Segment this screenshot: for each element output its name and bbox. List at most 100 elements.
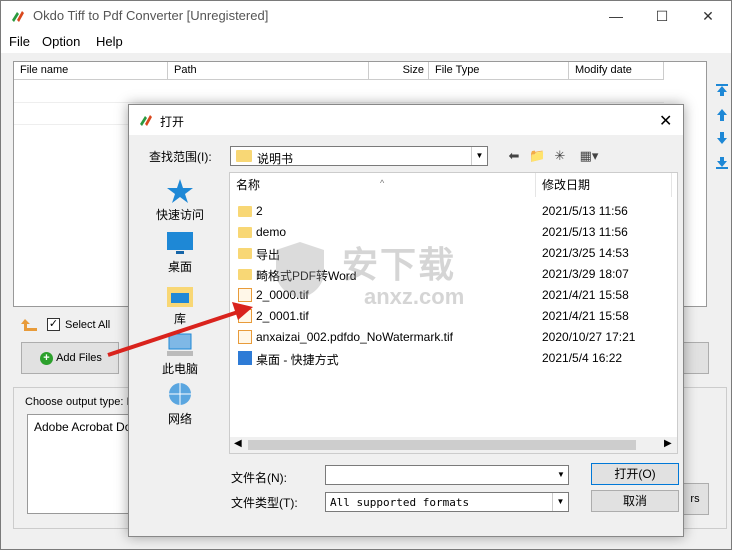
filetype-label: 文件类型(T): [231,496,298,510]
scroll-thumb[interactable] [248,440,636,450]
file-row[interactable]: 2 2021/5/13 11:56 [230,201,677,222]
col-file-name[interactable]: File name [14,62,168,80]
up-folder-icon[interactable]: 📁 [529,148,545,164]
file-name: 桌面 - 快捷方式 [256,353,339,367]
file-name: 2 [256,204,263,218]
file-name: 畸格式PDF转Word [256,269,357,283]
select-all-label: Select All [65,319,111,331]
col-file-type[interactable]: File Type [429,62,569,80]
filetype-select[interactable]: All supported formats ▼ [325,492,569,512]
add-files-button[interactable]: + Add Files [21,342,119,374]
scroll-right-icon[interactable]: ▶ [664,438,672,449]
file-row[interactable]: 导出 2021/3/25 14:53 [230,243,677,264]
move-top-icon[interactable] [715,83,729,97]
file-row[interactable]: 畸格式PDF转Word 2021/3/29 18:07 [230,264,677,285]
menu-bar: File Option Help [1,31,731,53]
col-modified[interactable]: 修改日期 [536,173,672,197]
file-date: 2021/3/29 18:07 [542,267,629,281]
add-icon: + [40,352,53,365]
dialog-close-icon[interactable]: ✕ [659,111,672,131]
app-icon [140,115,152,126]
network-icon [169,383,191,405]
look-in-value: 说明书 [257,152,294,166]
file-name: anxaizai_002.pdfdo_NoWatermark.tif [256,330,453,344]
place-this-pc[interactable]: 此电脑 [147,332,213,377]
star-icon [167,179,193,203]
library-icon [167,287,193,307]
minimize-button[interactable]: — [593,1,639,31]
tif-file-icon [238,288,252,302]
file-row[interactable]: anxaizai_002.pdfdo_NoWatermark.tif 2020/1… [230,327,677,348]
filename-input[interactable] [325,465,569,485]
grid-line [14,102,664,103]
file-row[interactable]: 桌面 - 快捷方式 2021/5/4 16:22 [230,348,677,369]
output-type-selected[interactable]: Adobe Acrobat Do [34,420,131,434]
tif-file-icon [238,309,252,323]
place-desktop[interactable]: 桌面 [147,230,213,275]
file-date: 2021/4/21 15:58 [542,309,629,323]
title-bar: Okdo Tiff to Pdf Converter [Unregistered… [1,1,731,31]
up-level-icon[interactable] [21,317,39,333]
cancel-button[interactable]: 取消 [591,490,679,512]
file-name: 导出 [256,248,281,262]
file-name: demo [256,225,287,239]
look-in-combo[interactable]: 说明书 ▼ [230,146,488,166]
new-folder-icon[interactable]: ✳ [552,148,568,164]
file-name: 2_0001.tif [256,309,309,323]
chevron-down-icon[interactable]: ▼ [471,147,487,165]
back-icon[interactable]: ⬅ [506,148,522,164]
move-up-icon[interactable] [715,108,729,122]
file-browser[interactable]: ^ 名称 修改日期 2 2021/5/13 11:56 demo 2021/5/13 … [229,172,678,454]
partial-button[interactable]: rs [681,483,709,515]
horizontal-scrollbar[interactable]: ◀ ▶ [230,437,677,453]
view-menu-icon[interactable]: ▦▾ [575,148,603,164]
select-all-checkbox[interactable]: ✓ [47,318,60,331]
close-button[interactable]: ✕ [685,1,731,31]
file-row[interactable]: 2_0000.tif 2021/4/21 15:58 [230,285,677,306]
file-date: 2021/5/4 16:22 [542,351,623,365]
app-icon [12,11,24,22]
output-type-label: Choose output type: I [25,396,130,408]
col-path[interactable]: Path [168,62,369,80]
places-bar: 快速访问 桌面 库 此电脑 网络 [147,172,227,482]
filename-label: 文件名(N): [231,471,287,485]
open-dialog: 打开 ✕ 查找范围(I): 说明书 ▼ ⬅ 📁 ✳ ▦▾ 快速访问 桌面 库 此… [128,104,684,537]
maximize-button[interactable]: ☐ [639,1,685,31]
move-bottom-icon[interactable] [715,156,729,170]
menu-file[interactable]: File [9,34,30,49]
file-date: 2021/5/13 11:56 [542,204,628,218]
move-down-icon[interactable] [715,131,729,145]
computer-icon [167,333,193,356]
file-date: 2021/5/13 11:56 [542,225,628,239]
look-in-label: 查找范围(I): [149,150,212,164]
folder-icon [238,269,252,280]
col-name[interactable]: ^ 名称 [230,173,536,197]
chevron-down-icon[interactable]: ▼ [553,465,569,485]
shortcut-icon [238,351,252,365]
file-date: 2021/4/21 15:58 [542,288,629,302]
col-size[interactable]: Size [369,62,429,80]
add-files-label: Add Files [56,352,102,364]
folder-icon [236,150,252,162]
folder-icon [238,248,252,259]
tif-file-icon [238,330,252,344]
dialog-title-bar: 打开 ✕ [129,105,683,135]
file-date: 2020/10/27 17:21 [542,330,636,344]
folder-icon [238,227,252,238]
open-button[interactable]: 打开(O) [591,463,679,485]
file-row[interactable]: demo 2021/5/13 11:56 [230,222,677,243]
place-network[interactable]: 网络 [147,382,213,427]
place-library[interactable]: 库 [147,282,213,327]
menu-help[interactable]: Help [96,34,123,49]
desktop-icon [167,232,193,254]
file-name: 2_0000.tif [256,288,309,302]
file-row[interactable]: 2_0001.tif 2021/4/21 15:58 [230,306,677,327]
scroll-left-icon[interactable]: ◀ [234,438,242,449]
chevron-down-icon[interactable]: ▼ [552,493,568,511]
sort-caret-icon: ^ [380,178,385,188]
menu-option[interactable]: Option [42,34,80,49]
col-modify-date[interactable]: Modify date [569,62,664,80]
hidden-action-button[interactable] [681,342,709,374]
place-quick-access[interactable]: 快速访问 [147,178,213,223]
window-title: Okdo Tiff to Pdf Converter [Unregistered… [33,8,269,23]
